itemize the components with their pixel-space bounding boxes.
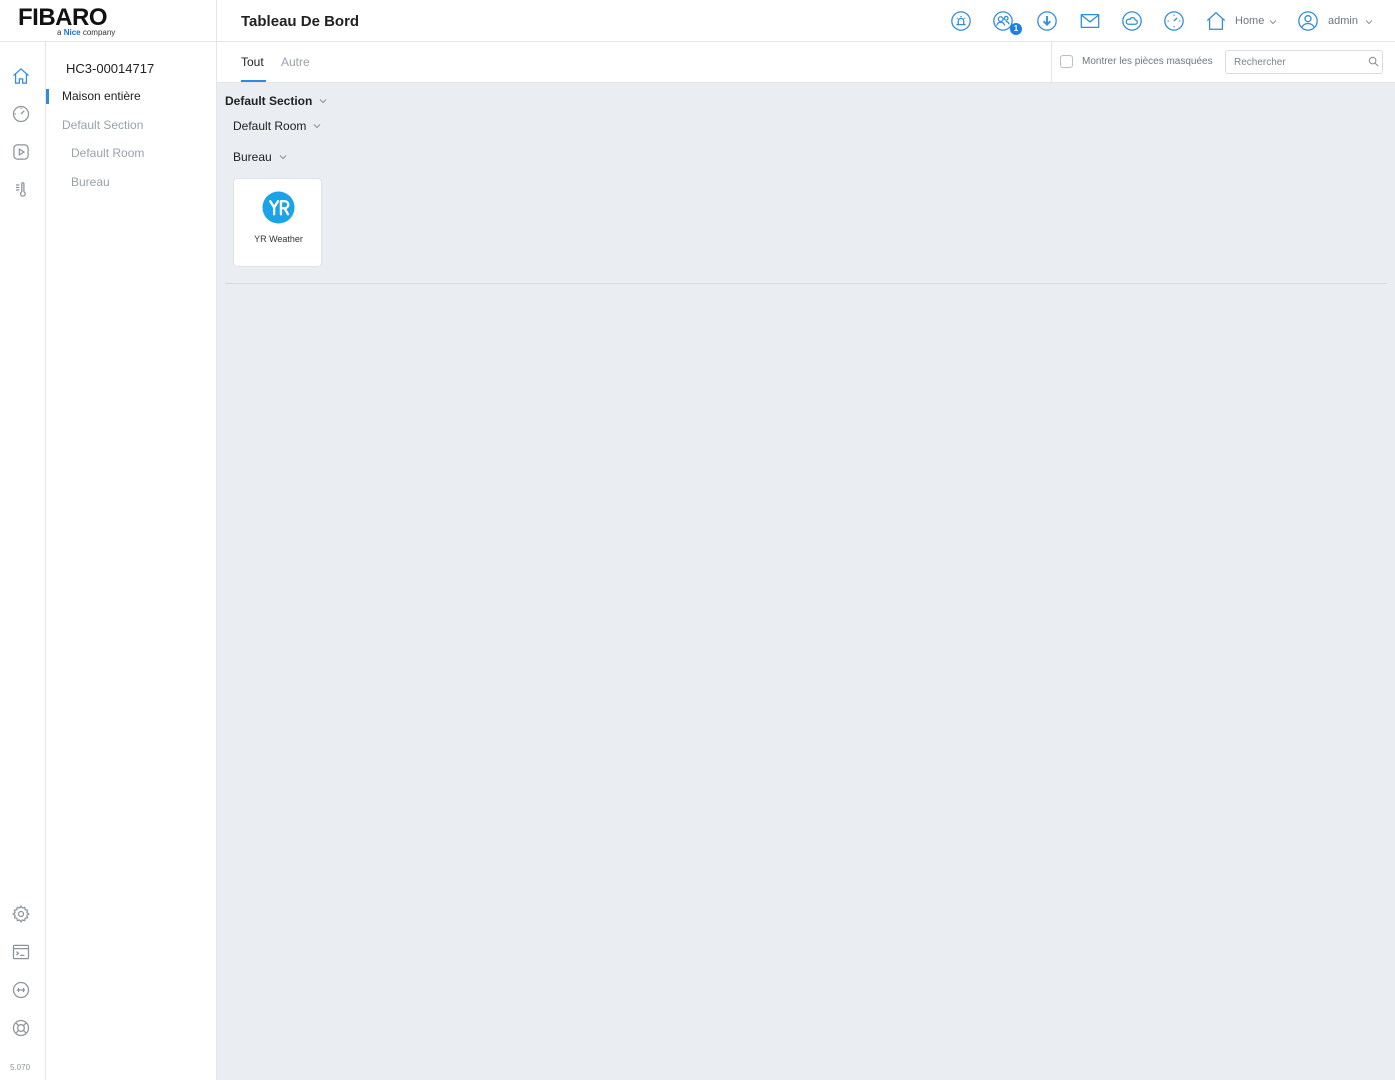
page-title: Tableau De Bord [241,13,360,30]
help-icon[interactable] [11,1018,31,1038]
device-name: YR Weather [254,234,303,244]
tabs-bar: Tout Autre Montrer les pièces masquées [217,42,1395,83]
chevron-down-icon [278,152,288,162]
room-header-default-room[interactable]: Default Room [233,117,322,135]
alarm-icon[interactable] [950,10,972,32]
weather-icon[interactable] [1121,10,1143,32]
nav-item-default-room[interactable]: Default Room [71,146,144,160]
clock-icon[interactable] [1163,10,1185,32]
tagline-brand: Nice [63,28,81,37]
room-header-bureau[interactable]: Bureau [233,148,288,166]
brand-tagline: a Nice company [57,28,115,37]
home-icon[interactable] [1205,10,1227,32]
tab-other[interactable]: Autre [281,55,310,69]
chevron-down-icon [318,96,328,106]
notification-badge: 1 [1010,23,1022,35]
section-title: Default Section [225,94,313,108]
room-title: Bureau [233,150,272,164]
home-icon[interactable] [11,66,31,86]
search-input[interactable] [1225,50,1383,74]
chevron-down-icon[interactable] [1364,17,1374,27]
dashboard-content: Default Section Default Room Bureau YR W… [217,83,1395,1080]
tagline-prefix: a [57,28,62,37]
tab-all[interactable]: Tout [241,55,264,69]
nav-item-whole-house[interactable]: Maison entière [62,89,141,103]
version-label: 5.070 [10,1063,31,1072]
chevron-down-icon[interactable] [1268,17,1278,27]
logo[interactable]: FIBARO a Nice company [0,0,217,42]
show-hidden-rooms-checkbox[interactable] [1060,55,1073,68]
settings-icon[interactable] [11,904,31,924]
home-selector-label[interactable]: Home [1235,15,1264,27]
section-separator [225,283,1387,284]
network-icon[interactable] [11,980,31,1000]
active-indicator [46,89,49,104]
top-bar: FIBARO a Nice company Tableau De Bord 1 [0,0,1395,42]
show-hidden-rooms-label[interactable]: Montrer les pièces masquées [1082,56,1213,67]
divider [1051,42,1052,83]
mail-icon[interactable] [1079,10,1101,32]
yr-weather-logo-icon [262,191,295,224]
tab-underline [241,80,266,82]
device-id: HC3-00014717 [66,61,155,76]
scenes-icon[interactable] [11,104,31,124]
room-title: Default Room [233,119,307,133]
terminal-icon[interactable] [11,942,31,962]
section-header-default-section[interactable]: Default Section [225,92,328,110]
side-navigation: HC3-00014717 Maison entière Default Sect… [46,42,217,1080]
download-icon[interactable] [1036,10,1058,32]
user-menu-label[interactable]: admin [1328,15,1358,27]
nav-item-default-section[interactable]: Default Section [62,118,143,132]
search-icon[interactable] [1368,56,1379,67]
play-icon[interactable] [11,142,31,162]
user-icon[interactable] [1297,10,1319,32]
left-rail: 5.070 [0,42,46,1080]
chevron-down-icon [312,121,322,131]
tagline-suffix: company [82,28,116,37]
climate-icon[interactable] [11,180,31,200]
device-tile-yr-weather[interactable]: YR Weather [233,178,322,267]
nav-item-bureau[interactable]: Bureau [71,175,110,189]
